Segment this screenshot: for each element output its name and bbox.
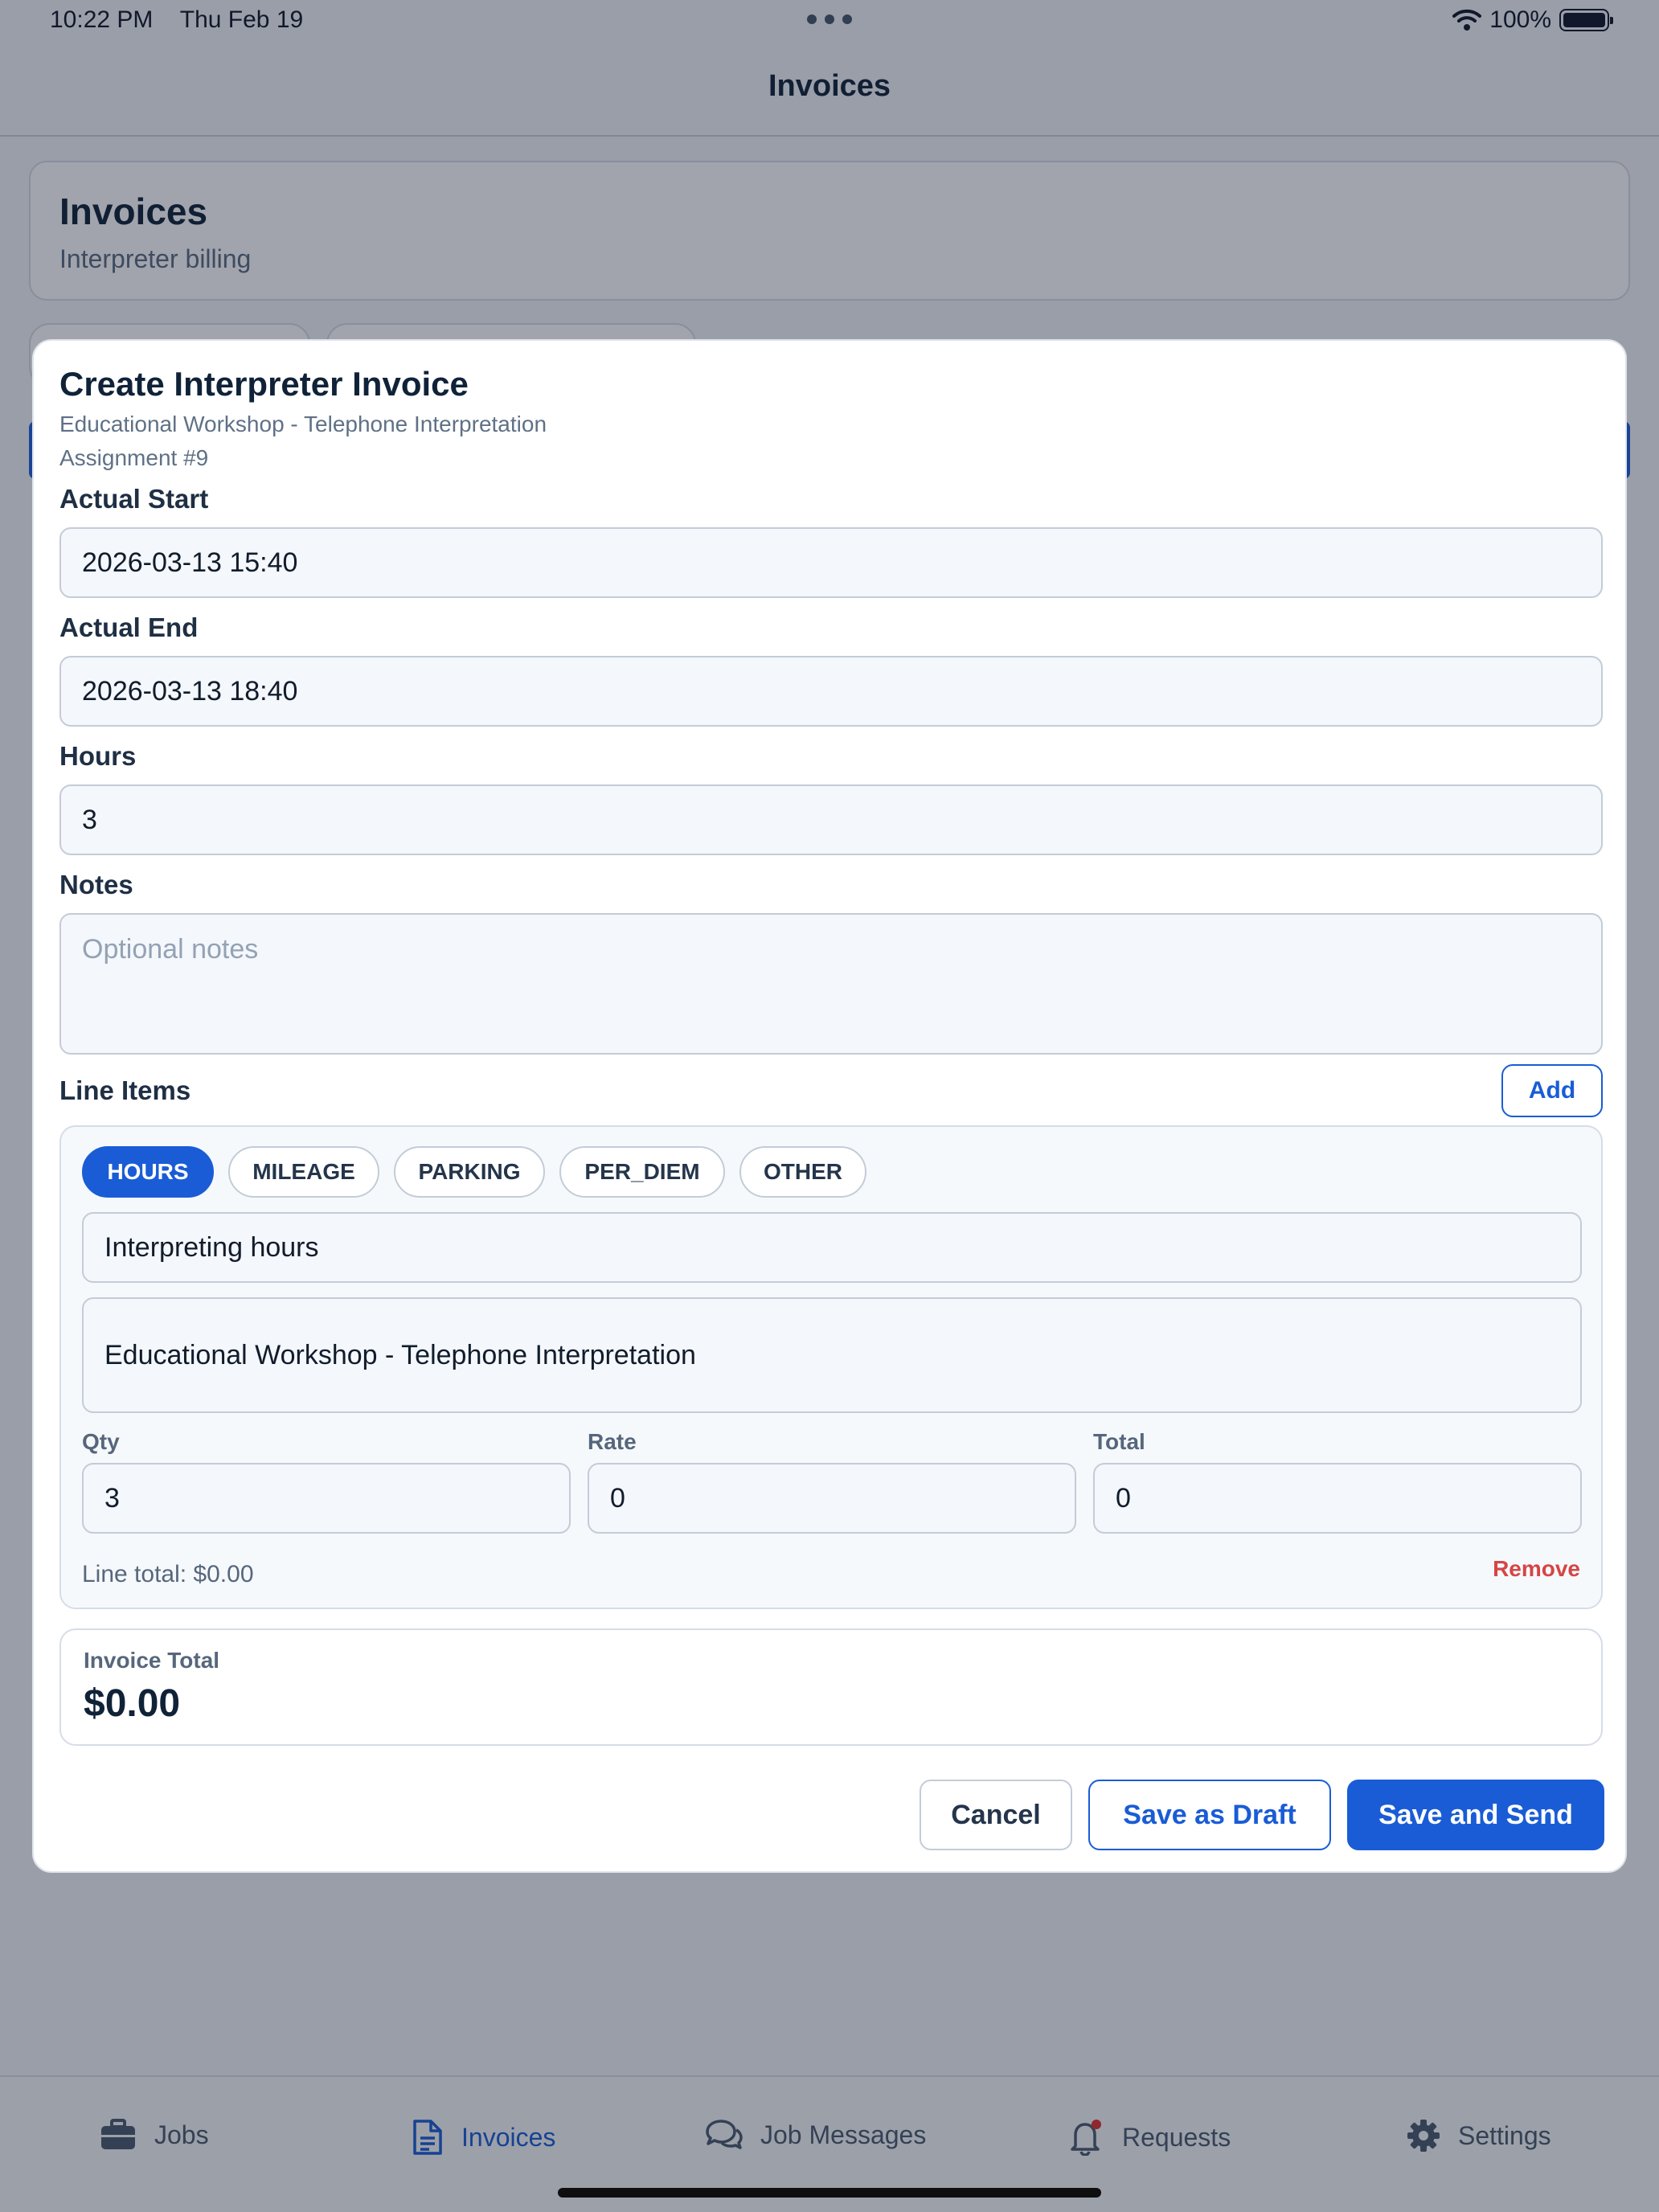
home-indicator[interactable]: [558, 2188, 1101, 2198]
notes-label: Notes: [59, 870, 133, 899]
invoice-total-card: Invoice Total $0.00: [59, 1628, 1603, 1746]
chip-other[interactable]: OTHER: [739, 1146, 866, 1198]
chip-per-diem[interactable]: PER_DIEM: [559, 1146, 725, 1198]
actual-end-label: Actual End: [59, 612, 199, 642]
assignment-number: Assignment #9: [59, 445, 209, 470]
create-invoice-modal: Create Interpreter Invoice Educational W…: [32, 339, 1627, 1873]
notes-textarea[interactable]: Optional notes: [59, 913, 1603, 1055]
hours-label: Hours: [59, 741, 137, 771]
rate-label: Rate: [588, 1429, 637, 1454]
hours-field[interactable]: 3: [59, 784, 1603, 855]
line-total: Line total: $0.00: [82, 1561, 254, 1587]
chip-mileage[interactable]: MILEAGE: [228, 1146, 379, 1198]
total-field[interactable]: 0: [1093, 1463, 1582, 1534]
line-item-card: HOURS MILEAGE PARKING PER_DIEM OTHER Int…: [59, 1125, 1603, 1609]
line-items-label: Line Items: [59, 1075, 191, 1105]
line-item-title-field[interactable]: Interpreting hours: [82, 1212, 1582, 1283]
modal-title: Create Interpreter Invoice: [59, 365, 469, 403]
cancel-button[interactable]: Cancel: [920, 1780, 1072, 1850]
qty-label: Qty: [82, 1429, 120, 1454]
invoice-total-value: $0.00: [84, 1682, 181, 1725]
actual-start-label: Actual Start: [59, 484, 209, 514]
line-item-description-field[interactable]: Educational Workshop - Telephone Interpr…: [82, 1297, 1582, 1413]
invoice-total-label: Invoice Total: [84, 1648, 220, 1673]
modal-subtitle: Educational Workshop - Telephone Interpr…: [59, 412, 547, 436]
remove-line-item-button[interactable]: Remove: [1493, 1556, 1580, 1582]
qty-field[interactable]: 3: [82, 1463, 571, 1534]
total-label: Total: [1093, 1429, 1145, 1454]
chip-parking[interactable]: PARKING: [394, 1146, 545, 1198]
actual-end-field[interactable]: 2026-03-13 18:40: [59, 656, 1603, 727]
actual-start-field[interactable]: 2026-03-13 15:40: [59, 527, 1603, 598]
add-line-item-button[interactable]: Add: [1501, 1064, 1603, 1117]
save-as-draft-button[interactable]: Save as Draft: [1088, 1780, 1331, 1850]
chip-hours[interactable]: HOURS: [82, 1146, 214, 1198]
rate-field[interactable]: 0: [588, 1463, 1076, 1534]
save-and-send-button[interactable]: Save and Send: [1347, 1780, 1604, 1850]
